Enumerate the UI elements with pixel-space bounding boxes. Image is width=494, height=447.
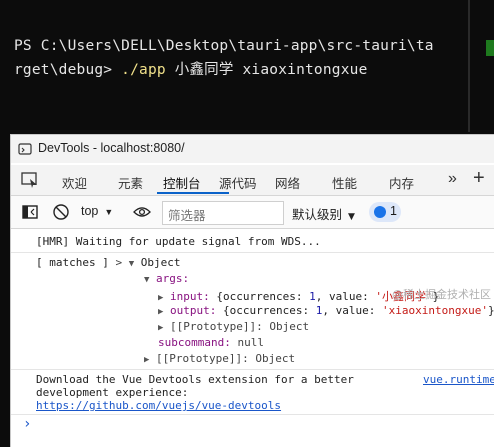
inspect-element-icon[interactable] (21, 172, 39, 188)
tab-memory[interactable]: 内存 (389, 173, 414, 192)
args-entry[interactable]: ▼ args: (144, 272, 189, 285)
context-dropdown-icon: ▼ (104, 207, 114, 217)
output-key: output: (170, 304, 217, 317)
log-level-value: 默认级别 (292, 207, 343, 222)
terminal-line-1: PS C:\Users\DELL\Desktop\tauri-app\src-t… (14, 38, 434, 54)
issues-badge[interactable]: 1 (369, 202, 401, 222)
secondary-terminal (468, 0, 494, 132)
input-pre: {occurrences: (216, 290, 310, 303)
message-divider (11, 252, 494, 253)
clear-console-icon[interactable] (52, 203, 70, 221)
tab-console[interactable]: 控制台 (163, 173, 201, 192)
tab-network[interactable]: 网络 (275, 173, 300, 192)
terminal-prompt: rget\debug> (14, 62, 122, 78)
devtools-title: DevTools - localhost:8080/ (38, 141, 185, 155)
terminal-window: PS C:\Users\DELL\Desktop\tauri-app\src-t… (0, 0, 464, 132)
output-entry[interactable]: ▶ output: {occurrences: 1, value: 'xiaox… (158, 304, 494, 317)
secondary-terminal-tab (486, 40, 494, 56)
prototype-inner-label: [[Prototype]]: Object (170, 320, 310, 333)
prototype-entry-outer[interactable]: ▶ [[Prototype]]: Object (144, 352, 295, 365)
prototype-inner-expand-icon[interactable]: ▶ (158, 323, 163, 333)
subcommand-key: subcommand: (158, 336, 231, 349)
filter-placeholder: 筛选器 (168, 208, 206, 223)
message-divider (11, 369, 494, 370)
issues-icon (374, 206, 386, 218)
output-value: 'xiaoxintongxue' (381, 304, 488, 317)
terminal-command: ./app (121, 62, 166, 78)
prototype-outer-label: [[Prototype]]: Object (156, 352, 296, 365)
output-end: } (487, 304, 494, 317)
sidebar-toggle-icon[interactable] (22, 205, 38, 219)
output-mid: , value: (322, 304, 382, 317)
log-level-dropdown-icon: ▼ (348, 212, 355, 222)
prototype-entry-inner[interactable]: ▶ [[Prototype]]: Object (158, 320, 309, 333)
add-tab-icon[interactable]: + (473, 167, 485, 190)
log-level-selector[interactable]: 默认级别 ▼ (292, 204, 355, 223)
devtools-tabbar: 欢迎 元素 控制台 源代码 网络 性能 内存 » + (11, 165, 494, 196)
subcommand-value: null (237, 336, 264, 349)
object-label: Object (140, 256, 181, 269)
more-tabs-chevron-icon[interactable]: » (448, 170, 457, 188)
issues-count: 1 (390, 204, 397, 218)
filter-input[interactable]: 筛选器 (162, 201, 284, 225)
live-expression-eye-icon[interactable] (133, 205, 151, 219)
subcommand-entry: subcommand: null (158, 336, 264, 349)
console-message-hmr: [HMR] Waiting for update signal from WDS… (36, 235, 321, 248)
output-pre: {occurrences: (223, 304, 316, 317)
tab-elements[interactable]: 元素 (118, 173, 143, 192)
console-output: [HMR] Waiting for update signal from WDS… (11, 229, 494, 447)
args-expand-icon[interactable]: ▼ (144, 275, 149, 285)
prototype-outer-expand-icon[interactable]: ▶ (144, 355, 149, 365)
vue-runtime-source-link[interactable]: vue.runtime (423, 373, 494, 386)
input-occurrences: 1 (309, 290, 316, 303)
console-toolbar: top ▼ 筛选器 默认级别 ▼ 1 (11, 196, 494, 229)
matches-label: [ matches ] (36, 256, 109, 269)
tab-sources[interactable]: 源代码 (219, 173, 257, 192)
input-key: input: (170, 290, 210, 303)
args-key: args: (156, 272, 190, 285)
console-message-matches: [ matches ] > ▼ Object (36, 256, 181, 269)
vue-devtools-msg-line2: development experience: (36, 386, 189, 399)
console-prompt-icon[interactable]: › (23, 416, 31, 432)
devtools-logo-icon (18, 143, 32, 155)
vue-devtools-msg-line1: Download the Vue Devtools extension for … (36, 373, 354, 386)
terminal-line-2: rget\debug> ./app 小鑫同学 xiaoxintongxue (14, 58, 368, 79)
devtools-titlebar: DevTools - localhost:8080/ (11, 135, 494, 163)
active-tab-indicator (157, 192, 229, 194)
tab-performance[interactable]: 性能 (332, 173, 357, 192)
context-value: top (81, 204, 99, 218)
input-mid: , value: (315, 290, 376, 303)
context-selector[interactable]: top ▼ (81, 204, 113, 218)
watermark: @稀土掘金技术社区 (392, 288, 491, 301)
input-expand-icon[interactable]: ▶ (158, 293, 163, 303)
output-expand-icon[interactable]: ▶ (158, 307, 163, 317)
message-divider (11, 414, 494, 415)
object-expand-icon[interactable]: ▼ (129, 259, 134, 269)
vue-devtools-link[interactable]: https://github.com/vuejs/vue-devtools (36, 399, 281, 412)
terminal-args: 小鑫同学 xiaoxintongxue (165, 62, 368, 78)
tab-welcome[interactable]: 欢迎 (62, 173, 87, 192)
